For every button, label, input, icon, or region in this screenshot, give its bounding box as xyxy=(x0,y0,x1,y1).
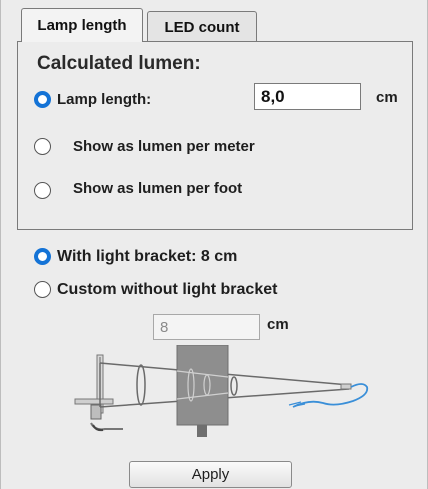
mount-block-drawing xyxy=(176,345,229,426)
tab-led-count[interactable]: LED count xyxy=(147,11,257,42)
apply-button[interactable]: Apply xyxy=(129,461,292,488)
panel-title: Calculated lumen: xyxy=(37,53,201,74)
lumen-calculator-panel: Lamp length LED count Calculated lumen: … xyxy=(0,0,428,489)
tab-led-count-label: LED count xyxy=(164,18,240,36)
light-bracket-drawing xyxy=(74,354,123,432)
lumen-per-meter-label: Show as lumen per meter xyxy=(73,138,255,155)
tab-strip: Lamp length LED count xyxy=(21,8,257,42)
lamp-length-input[interactable] xyxy=(254,83,361,110)
cable-drawing xyxy=(292,383,369,408)
tab-lamp-length[interactable]: Lamp length xyxy=(21,8,143,42)
lamp-length-unit: cm xyxy=(376,89,398,106)
lumen-per-foot-label: Show as lumen per foot xyxy=(73,180,243,197)
radio-lumen-per-meter[interactable] xyxy=(34,138,51,155)
custom-length-unit: cm xyxy=(267,316,289,333)
radio-with-light-bracket[interactable] xyxy=(34,248,51,265)
lamp-bracket-illustration xyxy=(74,345,369,437)
with-light-bracket-label: With light bracket: 8 cm xyxy=(57,248,238,265)
radio-lamp-length[interactable] xyxy=(34,91,51,108)
mount-stem-drawing xyxy=(197,425,207,437)
custom-length-input[interactable] xyxy=(153,314,260,340)
radio-custom-without-bracket[interactable] xyxy=(34,281,51,298)
tab-panel-lamp-length: Calculated lumen: Lamp length: cm Show a… xyxy=(17,41,413,230)
radio-lumen-per-foot[interactable] xyxy=(34,182,51,199)
tab-lamp-length-label: Lamp length xyxy=(37,17,127,34)
apply-button-label: Apply xyxy=(191,466,230,483)
custom-without-bracket-label: Custom without light bracket xyxy=(57,281,278,298)
lamp-length-label: Lamp length: xyxy=(57,91,152,108)
